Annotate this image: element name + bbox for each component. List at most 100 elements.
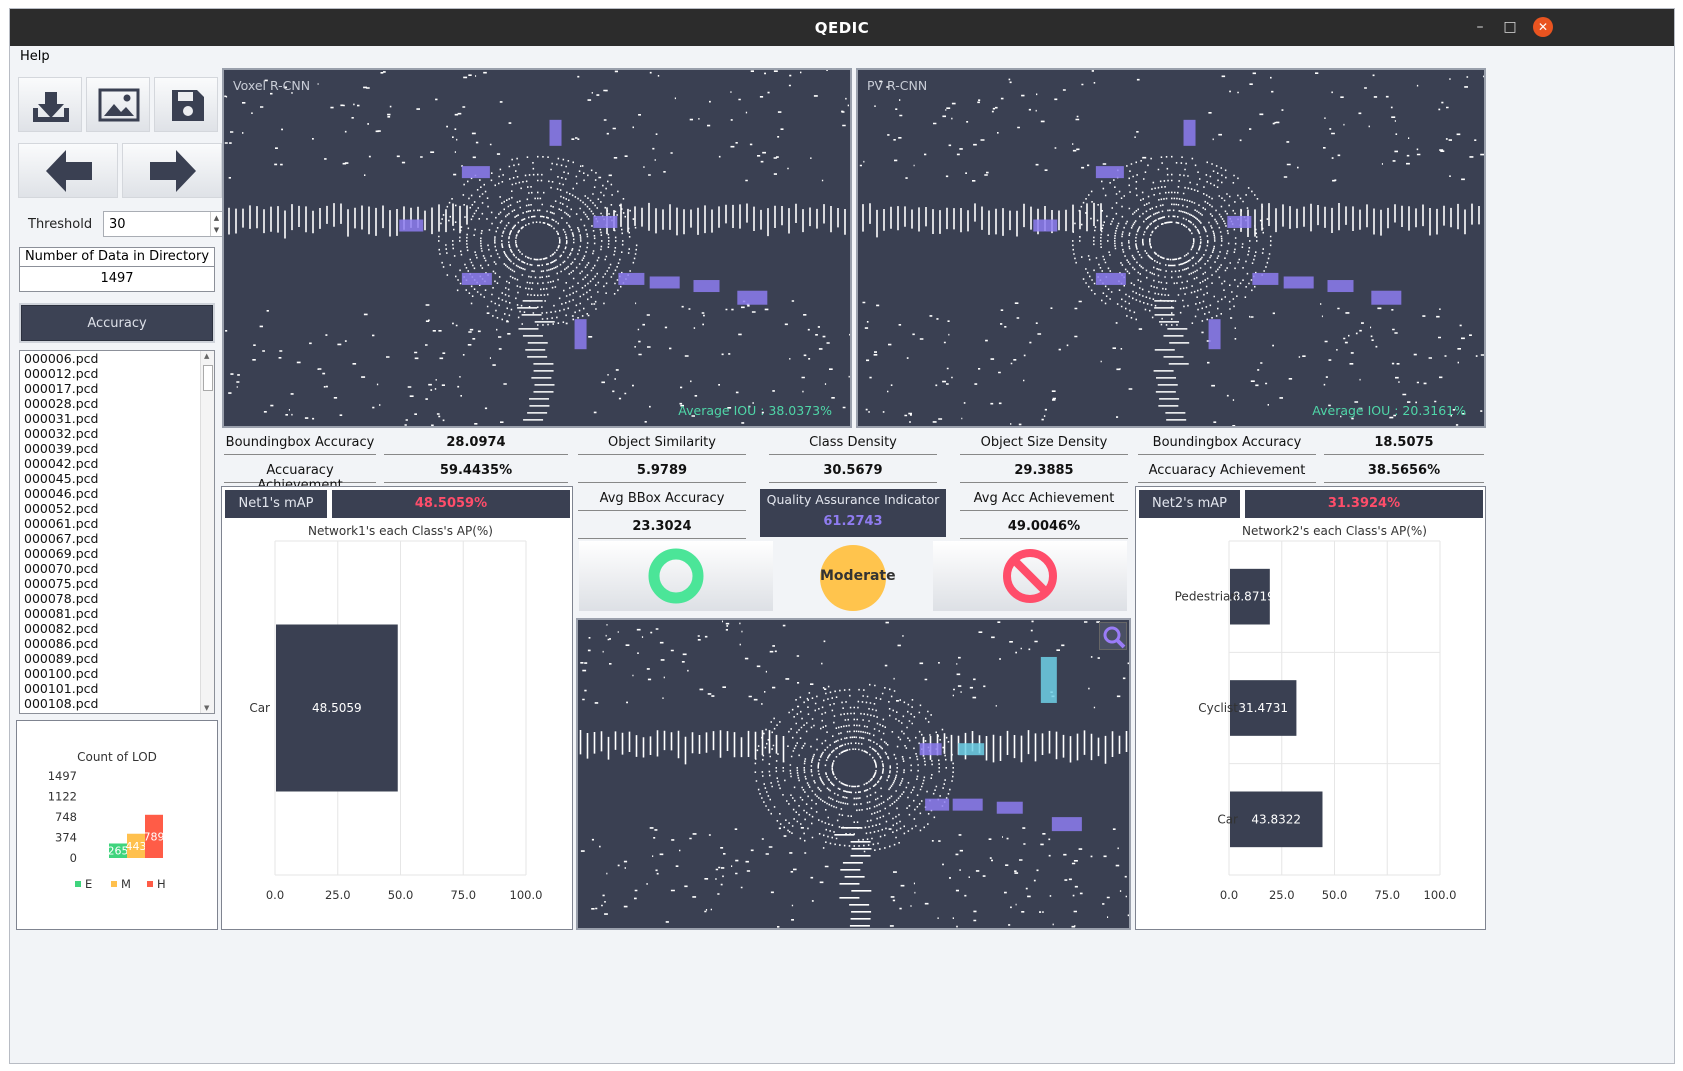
avg-acc-achievement-value: 49.0046% (960, 519, 1128, 539)
accuracy-button[interactable]: Accuracy (19, 303, 215, 343)
ap-chart-title: Network2's each Class's AP(%) (1242, 524, 1427, 538)
directory-count-value: 1497 (19, 266, 215, 292)
file-list-item[interactable]: 000108.pcd (20, 696, 214, 711)
status-moderate-indicator[interactable]: Moderate (820, 545, 896, 611)
file-list-item[interactable]: 000045.pcd (20, 471, 214, 486)
file-list-item[interactable]: 000017.pcd (20, 381, 214, 396)
ap-bar-label: 48.5059 (312, 701, 362, 715)
status-bad-button[interactable] (933, 541, 1127, 611)
net2-ap-chart: Network2's each Class's AP(%) 0.0 25.0 50.0… (1175, 524, 1457, 902)
net1-bbox-value: 28.0974 (384, 435, 568, 455)
green-ring-icon (648, 548, 704, 604)
file-list-item[interactable]: 000089.pcd (20, 651, 214, 666)
load-image-button[interactable] (86, 77, 150, 132)
net1-map-label: Net1's mAP (225, 490, 327, 518)
detection-box (593, 215, 618, 228)
ap-category-label: Car (1217, 812, 1238, 826)
detection-box (1095, 272, 1126, 285)
detection-box (618, 272, 645, 285)
file-list-item[interactable]: 000075.pcd (20, 576, 214, 591)
next-button[interactable] (122, 143, 222, 198)
view-title-left: Voxel R-CNN (233, 78, 311, 93)
save-button[interactable] (154, 77, 218, 132)
spin-arrows-icon[interactable]: ▲ ▼ (210, 212, 222, 236)
file-list-item[interactable]: 000081.pcd (20, 606, 214, 621)
object-similarity-label: Object Similarity (578, 435, 746, 455)
lod-bar-label: 789 (144, 830, 165, 843)
file-list-item[interactable]: 000086.pcd (20, 636, 214, 651)
net1-ap-chart: Network1's each Class's AP(%) 0.0 25.0 50.0… (249, 524, 542, 902)
net2-map-value: 31.3924% (1245, 490, 1483, 518)
status-moderate-label: Moderate (820, 568, 896, 584)
average-iou-right: Average IOU : 20.3161% (1312, 403, 1466, 418)
file-list-scrollbar[interactable]: ▲ ▼ (200, 351, 214, 713)
detection-box (996, 801, 1023, 814)
file-list-item[interactable]: 000032.pcd (20, 426, 214, 441)
detection-box (952, 798, 983, 811)
scroll-up-icon[interactable]: ▲ (204, 352, 209, 360)
file-list-item[interactable]: 000028.pcd (20, 396, 214, 411)
detection-box (399, 219, 424, 232)
lod-y-tick: 0 (70, 851, 77, 865)
minimize-icon[interactable]: – (1470, 17, 1490, 37)
lod-legend-label: H (157, 877, 166, 891)
file-list[interactable]: 000006.pcd 000012.pcd 000017.pcd 000028.pcd… (19, 350, 215, 714)
detection-box (549, 119, 562, 146)
x-tick-label: 50.0 (388, 888, 414, 902)
pv-rcnn-view[interactable]: PV R-CNN Average IOU : 20.3161% (856, 68, 1486, 428)
file-list-item[interactable]: 000070.pcd (20, 561, 214, 576)
file-list-item[interactable]: 000046.pcd (20, 486, 214, 501)
detection-box (649, 276, 680, 289)
detection-box (1051, 817, 1082, 832)
scroll-thumb[interactable] (203, 365, 213, 391)
maximize-icon[interactable]: □ (1500, 17, 1520, 37)
file-list-item[interactable]: 000100.pcd (20, 666, 214, 681)
file-list-item[interactable]: 000006.pcd (20, 351, 214, 366)
file-list-item[interactable]: 000069.pcd (20, 546, 214, 561)
lod-chart-title: Count of LOD (77, 750, 157, 764)
file-list-item[interactable]: 000078.pcd (20, 591, 214, 606)
file-list-item[interactable]: 000042.pcd (20, 456, 214, 471)
detection-box (693, 280, 720, 293)
file-list-item[interactable]: 000061.pcd (20, 516, 214, 531)
net2-bbox-label: Boundingbox Accuracy (1138, 435, 1316, 455)
x-tick-label: 100.0 (1424, 888, 1457, 902)
file-list-item[interactable]: 000012.pcd (20, 366, 214, 381)
lod-legend-label: E (85, 877, 92, 891)
file-list-item[interactable]: 000118.pcd (20, 711, 214, 713)
threshold-value: 30 (109, 217, 126, 232)
lod-legend-label: M (121, 877, 131, 891)
detection-box (1040, 656, 1057, 703)
file-list-item[interactable]: 000052.pcd (20, 501, 214, 516)
lod-y-tick: 374 (55, 831, 77, 845)
net1-panel: Net1's mAP 48.5059% Network1's each Clas… (221, 486, 573, 930)
status-good-button[interactable] (579, 541, 773, 611)
file-list-item[interactable]: 000031.pcd (20, 411, 214, 426)
menu-bar: Help (10, 46, 1674, 66)
net1-bbox-label: Boundingbox Accuracy (224, 435, 376, 455)
net2-achievement-label: Accuaracy Achievement (1138, 463, 1316, 483)
lod-y-tick: 1122 (48, 790, 77, 804)
qa-value: 61.2743 (823, 514, 883, 529)
image-icon (98, 88, 140, 122)
file-list-item[interactable]: 000101.pcd (20, 681, 214, 696)
detection-box (1227, 215, 1252, 228)
load-data-button[interactable] (18, 77, 82, 132)
previous-button[interactable] (18, 143, 118, 198)
avg-bbox-accuracy-label: Avg BBox Accuracy (578, 491, 746, 511)
file-list-item[interactable]: 000082.pcd (20, 621, 214, 636)
title-bar: QEDIC – □ ✕ (10, 9, 1674, 46)
close-icon[interactable]: ✕ (1533, 17, 1553, 37)
threshold-spinbox[interactable]: 30 ▲ ▼ (103, 211, 223, 237)
file-list-item[interactable]: 000067.pcd (20, 531, 214, 546)
file-list-item[interactable]: 000039.pcd (20, 441, 214, 456)
net1-achievement-value: 59.4435% (384, 463, 568, 483)
zoom-button[interactable] (1099, 622, 1127, 650)
merged-view[interactable] (576, 618, 1131, 930)
scroll-down-icon[interactable]: ▼ (204, 704, 209, 712)
threshold-label: Threshold (28, 217, 93, 232)
voxel-rcnn-view[interactable]: Voxel R-CNN Average IOU : 38.0373% (222, 68, 852, 428)
view-title-right: PV R-CNN (867, 78, 928, 93)
ap-category-label: Car (249, 701, 270, 715)
menu-help[interactable]: Help (20, 49, 50, 64)
